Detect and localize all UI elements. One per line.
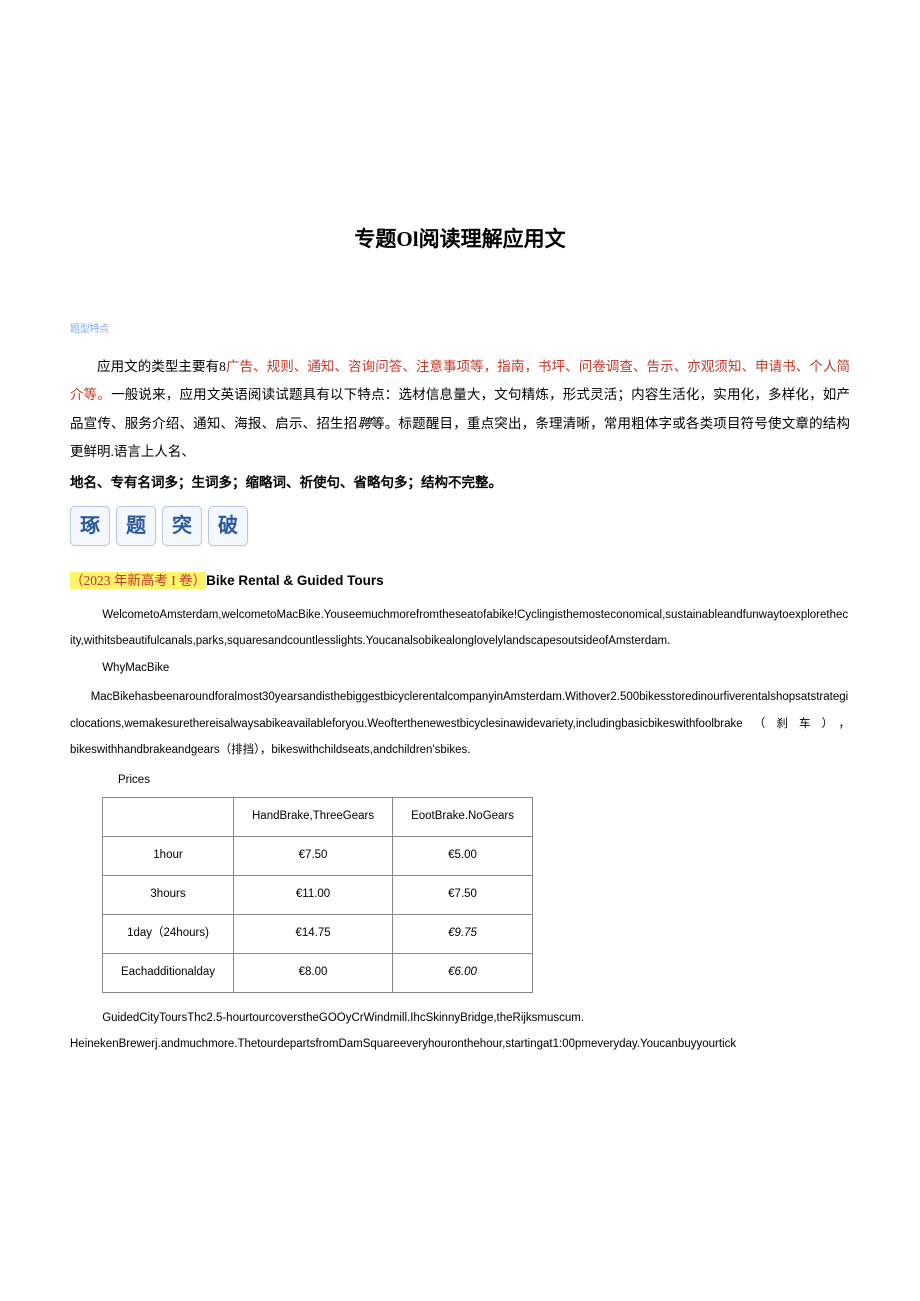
table-row: 3hours €11.00 €7.50	[103, 876, 533, 915]
passage-para-3: GuidedCityToursThc2.5-hourtourcoverstheG…	[70, 1005, 850, 1031]
cell: Eachadditionalday	[103, 953, 234, 992]
badge-2: 题	[116, 506, 156, 546]
th-blank	[103, 798, 234, 837]
th-footbrake: EootBrake.NoGears	[393, 798, 533, 837]
cell: 1hour	[103, 837, 234, 876]
table-head-row: HandBrake,ThreeGears EootBrake.NoGears	[103, 798, 533, 837]
badge-1: 琢	[70, 506, 110, 546]
source-tag: （2023 年新高考 I 卷）	[70, 572, 206, 589]
prices-label: Prices	[118, 770, 850, 792]
prices-table: HandBrake,ThreeGears EootBrake.NoGears 1…	[102, 797, 533, 992]
cell: €6.00	[393, 953, 533, 992]
intro-seg1: 应用文的类型主要有8	[97, 359, 226, 374]
passage-para-4: HeinekenBrewerj.andmuchmore.Thetourdepar…	[70, 1031, 850, 1057]
badge-row: 琢 题 突 破	[70, 506, 850, 546]
cell: €9.75	[393, 914, 533, 953]
cell: 1day（24hours)	[103, 914, 234, 953]
th-handbrake: HandBrake,ThreeGears	[234, 798, 393, 837]
table-row: 1day（24hours) €14.75 €9.75	[103, 914, 533, 953]
source-line: （2023 年新高考 I 卷）Bike Rental & Guided Tour…	[70, 568, 850, 594]
passage-para-1: WelcometoAmsterdam,welcometoMacBike.Yous…	[70, 602, 850, 655]
cell: €7.50	[393, 876, 533, 915]
document-page: 专题Ol阅读理解应用文 题型特点 应用文的类型主要有8广告、规则、通知、咨询问答…	[0, 0, 920, 1118]
cell: €11.00	[234, 876, 393, 915]
table-row: 1hour €7.50 €5.00	[103, 837, 533, 876]
bold-list: 地名、专有名词多；生词多；缩略词、祈使句、省略句多；结构不完整。	[70, 470, 850, 496]
badge-3: 突	[162, 506, 202, 546]
intro-paragraph: 应用文的类型主要有8广告、规则、通知、咨询问答、注意事项等，指南，书坪、问卷调查…	[70, 353, 850, 466]
page-title: 专题Ol阅读理解应用文	[70, 220, 850, 260]
passage-para-2: MacBikehasbeenaroundforalmost30yearsandi…	[70, 684, 850, 763]
table-row: Eachadditionalday €8.00 €6.00	[103, 953, 533, 992]
cell: €7.50	[234, 837, 393, 876]
cell: €14.75	[234, 914, 393, 953]
cell: 3hours	[103, 876, 234, 915]
intro-seg4: 聘	[357, 416, 371, 431]
cell: €8.00	[234, 953, 393, 992]
cell: €5.00	[393, 837, 533, 876]
subhead-whymacbike: WhyMacBike	[70, 658, 850, 680]
badge-4: 破	[208, 506, 248, 546]
source-eng-title: Bike Rental & Guided Tours	[206, 573, 384, 588]
section-label: 题型特点	[70, 320, 850, 339]
